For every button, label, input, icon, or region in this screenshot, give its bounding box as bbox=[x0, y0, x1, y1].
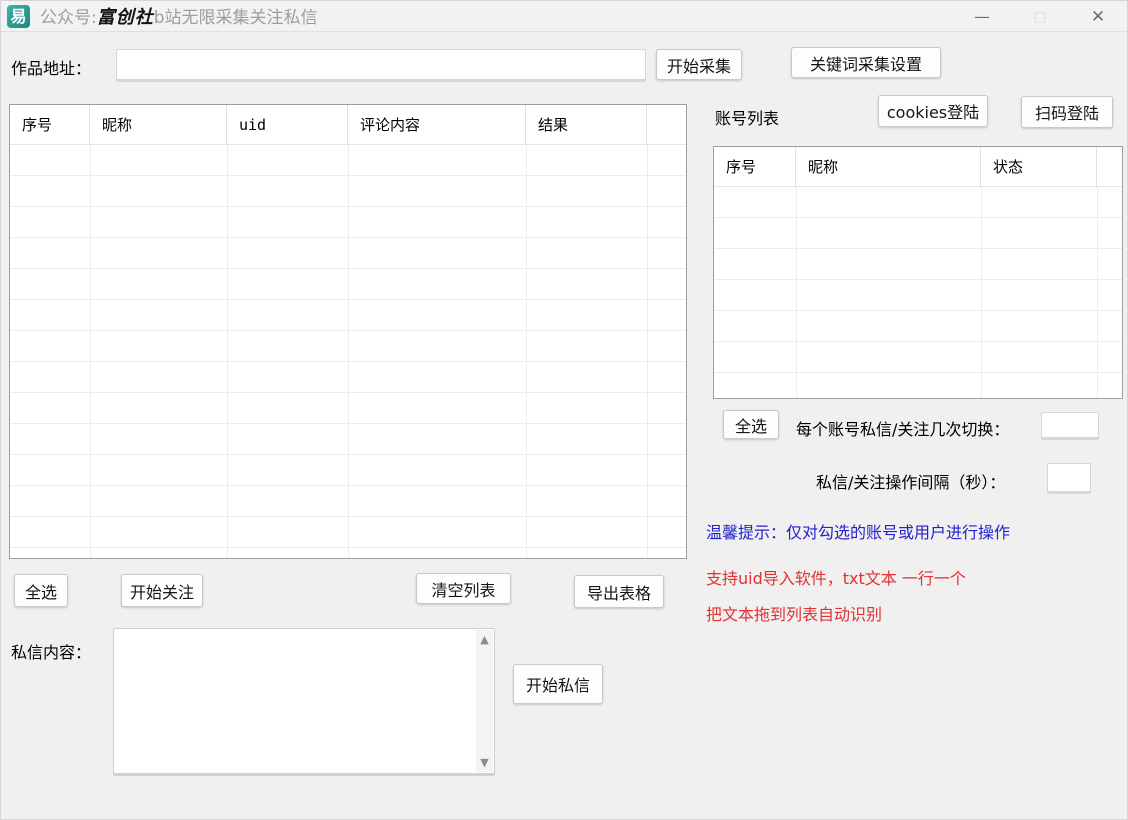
message-content-label: 私信内容： bbox=[11, 639, 91, 663]
red-tip-line2: 把文本拖到列表自动识别 bbox=[706, 601, 882, 625]
title-suffix: b站无限采集关注私信 bbox=[154, 8, 318, 28]
interval-label: 私信/关注操作间隔（秒）： bbox=[816, 469, 1005, 493]
column-header-uid: uid bbox=[227, 105, 348, 145]
grid-divider bbox=[1097, 187, 1098, 398]
window-controls: — ▢ ✕ bbox=[953, 1, 1127, 32]
export-table-button[interactable]: 导出表格 bbox=[574, 575, 664, 608]
blue-tip-text: 温馨提示：仅对勾选的账号或用户进行操作 bbox=[706, 519, 1010, 543]
keyword-collect-settings-button[interactable]: 关键词采集设置 bbox=[791, 47, 941, 78]
comments-select-all-button[interactable]: 全选 bbox=[14, 574, 68, 607]
qr-login-button[interactable]: 扫码登陆 bbox=[1021, 96, 1113, 128]
grid-divider bbox=[227, 145, 228, 558]
switch-times-input[interactable] bbox=[1041, 412, 1099, 438]
close-icon: ✕ bbox=[1091, 7, 1105, 27]
comments-table[interactable]: 序号 昵称 uid 评论内容 结果 bbox=[9, 104, 687, 559]
accounts-list-label: 账号列表 bbox=[715, 105, 779, 129]
comments-table-header: 序号 昵称 uid 评论内容 结果 bbox=[10, 105, 686, 145]
title-prefix: 公众号: bbox=[40, 8, 97, 28]
accounts-select-all-button[interactable]: 全选 bbox=[723, 410, 779, 439]
column-header-nickname: 昵称 bbox=[796, 147, 981, 187]
grid-divider bbox=[796, 187, 797, 398]
column-header-index: 序号 bbox=[10, 105, 90, 145]
grid-divider bbox=[647, 145, 648, 558]
accounts-table[interactable]: 序号 昵称 状态 bbox=[713, 146, 1123, 399]
column-header-nickname: 昵称 bbox=[90, 105, 227, 145]
minimize-icon: — bbox=[974, 7, 990, 26]
work-url-input[interactable] bbox=[116, 49, 646, 80]
grid-divider bbox=[90, 145, 91, 558]
column-header-status: 状态 bbox=[981, 147, 1097, 187]
message-content-box: ▲ ▼ bbox=[113, 628, 495, 774]
start-follow-button[interactable]: 开始关注 bbox=[121, 574, 203, 607]
column-header-result: 结果 bbox=[526, 105, 647, 145]
grid-divider bbox=[348, 145, 349, 558]
cookies-login-button[interactable]: cookies登陆 bbox=[878, 95, 988, 127]
start-collect-button[interactable]: 开始采集 bbox=[656, 49, 742, 80]
grid-divider bbox=[981, 187, 982, 398]
title-brand: 富创社 bbox=[97, 7, 154, 28]
accounts-table-body[interactable] bbox=[714, 187, 1122, 398]
maximize-icon: ▢ bbox=[1033, 9, 1046, 25]
accounts-table-header: 序号 昵称 状态 bbox=[714, 147, 1122, 187]
grid-divider bbox=[526, 145, 527, 558]
start-message-button[interactable]: 开始私信 bbox=[513, 664, 603, 704]
message-scrollbar[interactable]: ▲ ▼ bbox=[476, 630, 493, 772]
switch-times-label: 每个账号私信/关注几次切换： bbox=[796, 416, 1009, 440]
column-header-filler bbox=[1097, 147, 1123, 187]
clear-list-button[interactable]: 清空列表 bbox=[416, 573, 511, 604]
scroll-down-icon[interactable]: ▼ bbox=[480, 757, 488, 768]
close-button[interactable]: ✕ bbox=[1069, 1, 1127, 32]
maximize-button[interactable]: ▢ bbox=[1011, 1, 1069, 32]
scroll-up-icon[interactable]: ▲ bbox=[480, 634, 488, 645]
app-window: 易 公众号:富创社b站无限采集关注私信 — ▢ ✕ 作品地址： 开始采集 关键词… bbox=[0, 0, 1128, 820]
title-bar: 易 公众号:富创社b站无限采集关注私信 — ▢ ✕ bbox=[1, 1, 1127, 32]
red-tip-line1: 支持uid导入软件，txt文本 一行一个 bbox=[706, 565, 966, 589]
window-title: 公众号:富创社b站无限采集关注私信 bbox=[40, 3, 318, 29]
minimize-button[interactable]: — bbox=[953, 1, 1011, 32]
message-content-input[interactable] bbox=[114, 629, 477, 773]
app-logo-icon: 易 bbox=[7, 5, 30, 28]
column-header-filler bbox=[647, 105, 687, 145]
column-header-comment: 评论内容 bbox=[348, 105, 526, 145]
interval-input[interactable] bbox=[1047, 463, 1091, 492]
column-header-index: 序号 bbox=[714, 147, 796, 187]
work-url-label: 作品地址： bbox=[11, 55, 91, 79]
